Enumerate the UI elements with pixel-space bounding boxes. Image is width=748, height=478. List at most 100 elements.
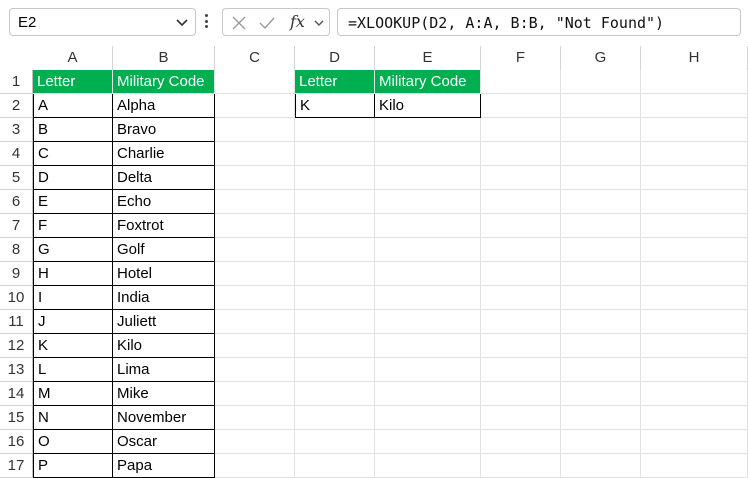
cell-c5[interactable] (215, 166, 295, 190)
cell-f3[interactable] (481, 118, 561, 142)
more-options-icon[interactable] (205, 14, 209, 30)
cell-h6[interactable] (641, 190, 748, 214)
cell-g16[interactable] (561, 430, 641, 454)
name-box[interactable]: E2 (9, 8, 196, 36)
row-header-15[interactable]: 15 (0, 406, 33, 430)
cell-a2[interactable]: A (33, 94, 113, 118)
cell-h1[interactable] (641, 70, 748, 94)
cell-h9[interactable] (641, 262, 748, 286)
cell-b7[interactable]: Foxtrot (113, 214, 215, 238)
cell-f14[interactable] (481, 382, 561, 406)
formula-input[interactable]: =XLOOKUP(D2, A:A, B:B, "Not Found") (337, 8, 741, 36)
cell-e16[interactable] (375, 430, 481, 454)
cell-a1[interactable]: Letter (33, 70, 113, 94)
cell-f15[interactable] (481, 406, 561, 430)
cell-b1[interactable]: Military Code (113, 70, 215, 94)
cell-f2[interactable] (481, 94, 561, 118)
cell-d5[interactable] (295, 166, 375, 190)
row-header-7[interactable]: 7 (0, 214, 33, 238)
cell-d6[interactable] (295, 190, 375, 214)
cell-b5[interactable]: Delta (113, 166, 215, 190)
cell-b15[interactable]: November (113, 406, 215, 430)
cell-a13[interactable]: L (33, 358, 113, 382)
cell-e14[interactable] (375, 382, 481, 406)
cell-g7[interactable] (561, 214, 641, 238)
cell-e13[interactable] (375, 358, 481, 382)
cell-a16[interactable]: O (33, 430, 113, 454)
cell-h3[interactable] (641, 118, 748, 142)
cell-h4[interactable] (641, 142, 748, 166)
cell-g6[interactable] (561, 190, 641, 214)
row-header-2[interactable]: 2 (0, 94, 33, 118)
cell-a15[interactable]: N (33, 406, 113, 430)
chevron-down-icon[interactable] (175, 14, 189, 30)
cell-a8[interactable]: G (33, 238, 113, 262)
cell-f8[interactable] (481, 238, 561, 262)
cell-h14[interactable] (641, 382, 748, 406)
cell-h15[interactable] (641, 406, 748, 430)
cell-a12[interactable]: K (33, 334, 113, 358)
cell-c4[interactable] (215, 142, 295, 166)
cell-d13[interactable] (295, 358, 375, 382)
column-header-h[interactable]: H (641, 46, 748, 70)
cell-g3[interactable] (561, 118, 641, 142)
row-header-11[interactable]: 11 (0, 310, 33, 334)
row-header-4[interactable]: 4 (0, 142, 33, 166)
cell-f11[interactable] (481, 310, 561, 334)
cell-b16[interactable]: Oscar (113, 430, 215, 454)
cell-f6[interactable] (481, 190, 561, 214)
cell-e4[interactable] (375, 142, 481, 166)
cell-c11[interactable] (215, 310, 295, 334)
cell-b6[interactable]: Echo (113, 190, 215, 214)
cell-e3[interactable] (375, 118, 481, 142)
cell-e7[interactable] (375, 214, 481, 238)
cell-b9[interactable]: Hotel (113, 262, 215, 286)
cell-e6[interactable] (375, 190, 481, 214)
cell-g17[interactable] (561, 454, 641, 478)
cell-b3[interactable]: Bravo (113, 118, 215, 142)
cell-f5[interactable] (481, 166, 561, 190)
cell-a5[interactable]: D (33, 166, 113, 190)
cell-h12[interactable] (641, 334, 748, 358)
cell-d7[interactable] (295, 214, 375, 238)
cell-e5[interactable] (375, 166, 481, 190)
cell-f1[interactable] (481, 70, 561, 94)
cell-b17[interactable]: Papa (113, 454, 215, 478)
cell-g5[interactable] (561, 166, 641, 190)
cell-g1[interactable] (561, 70, 641, 94)
cell-g9[interactable] (561, 262, 641, 286)
cell-d3[interactable] (295, 118, 375, 142)
cell-c14[interactable] (215, 382, 295, 406)
cell-c10[interactable] (215, 286, 295, 310)
cell-d2[interactable]: K (295, 94, 375, 118)
row-header-6[interactable]: 6 (0, 190, 33, 214)
cell-h2[interactable] (641, 94, 748, 118)
cell-b13[interactable]: Lima (113, 358, 215, 382)
cell-g14[interactable] (561, 382, 641, 406)
cell-a11[interactable]: J (33, 310, 113, 334)
cell-d10[interactable] (295, 286, 375, 310)
cell-e8[interactable] (375, 238, 481, 262)
cell-d9[interactable] (295, 262, 375, 286)
cell-f4[interactable] (481, 142, 561, 166)
cell-a4[interactable]: C (33, 142, 113, 166)
cell-c17[interactable] (215, 454, 295, 478)
cell-d11[interactable] (295, 310, 375, 334)
cell-d15[interactable] (295, 406, 375, 430)
row-header-9[interactable]: 9 (0, 262, 33, 286)
cell-g13[interactable] (561, 358, 641, 382)
cell-f16[interactable] (481, 430, 561, 454)
cell-c6[interactable] (215, 190, 295, 214)
cell-d16[interactable] (295, 430, 375, 454)
cell-e17[interactable] (375, 454, 481, 478)
cell-g12[interactable] (561, 334, 641, 358)
row-header-14[interactable]: 14 (0, 382, 33, 406)
cell-b12[interactable]: Kilo (113, 334, 215, 358)
select-all-corner[interactable] (0, 46, 33, 70)
cell-b14[interactable]: Mike (113, 382, 215, 406)
cell-c7[interactable] (215, 214, 295, 238)
cell-c1[interactable] (215, 70, 295, 94)
cell-f7[interactable] (481, 214, 561, 238)
cell-h7[interactable] (641, 214, 748, 238)
row-header-3[interactable]: 3 (0, 118, 33, 142)
